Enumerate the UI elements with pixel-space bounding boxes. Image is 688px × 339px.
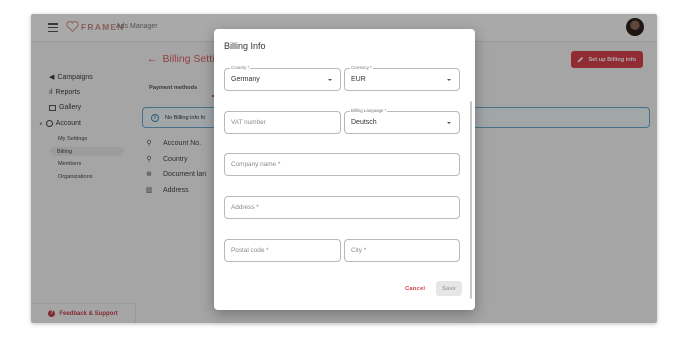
dropdown-caret-icon [447,79,451,81]
currency-value: EUR [351,76,366,83]
company-name-field[interactable]: Company name * [224,153,460,176]
currency-label: Currency * [350,65,373,71]
billing-language-value: Deutsch [351,119,377,126]
country-label: Country * [230,65,251,71]
billing-language-label: Billing Language * [350,108,388,114]
city-placeholder: City * [351,247,367,254]
address-placeholder: Address * [231,204,259,211]
company-name-placeholder: Company name * [231,161,281,168]
vat-number-field[interactable]: VAT number [224,111,341,134]
vat-number-placeholder: VAT number [231,119,266,126]
country-value: Germany [231,76,260,83]
postal-code-placeholder: Postal code * [231,247,269,254]
dropdown-caret-icon [328,79,332,81]
city-field[interactable]: City * [344,239,460,262]
billing-info-dialog: Billing Info Country * Germany Currency … [214,29,475,310]
dialog-scrollbar[interactable] [470,101,472,299]
currency-select[interactable]: Currency * EUR [344,65,460,91]
postal-code-field[interactable]: Postal code * [224,239,341,262]
address-field[interactable]: Address * [224,196,460,219]
dialog-title: Billing Info [224,41,266,51]
country-select[interactable]: Country * Germany [224,65,341,91]
dropdown-caret-icon [447,122,451,124]
cancel-button[interactable]: Cancel [405,286,425,292]
billing-language-select[interactable]: Billing Language * Deutsch [344,108,460,134]
save-button[interactable]: Save [436,281,462,296]
